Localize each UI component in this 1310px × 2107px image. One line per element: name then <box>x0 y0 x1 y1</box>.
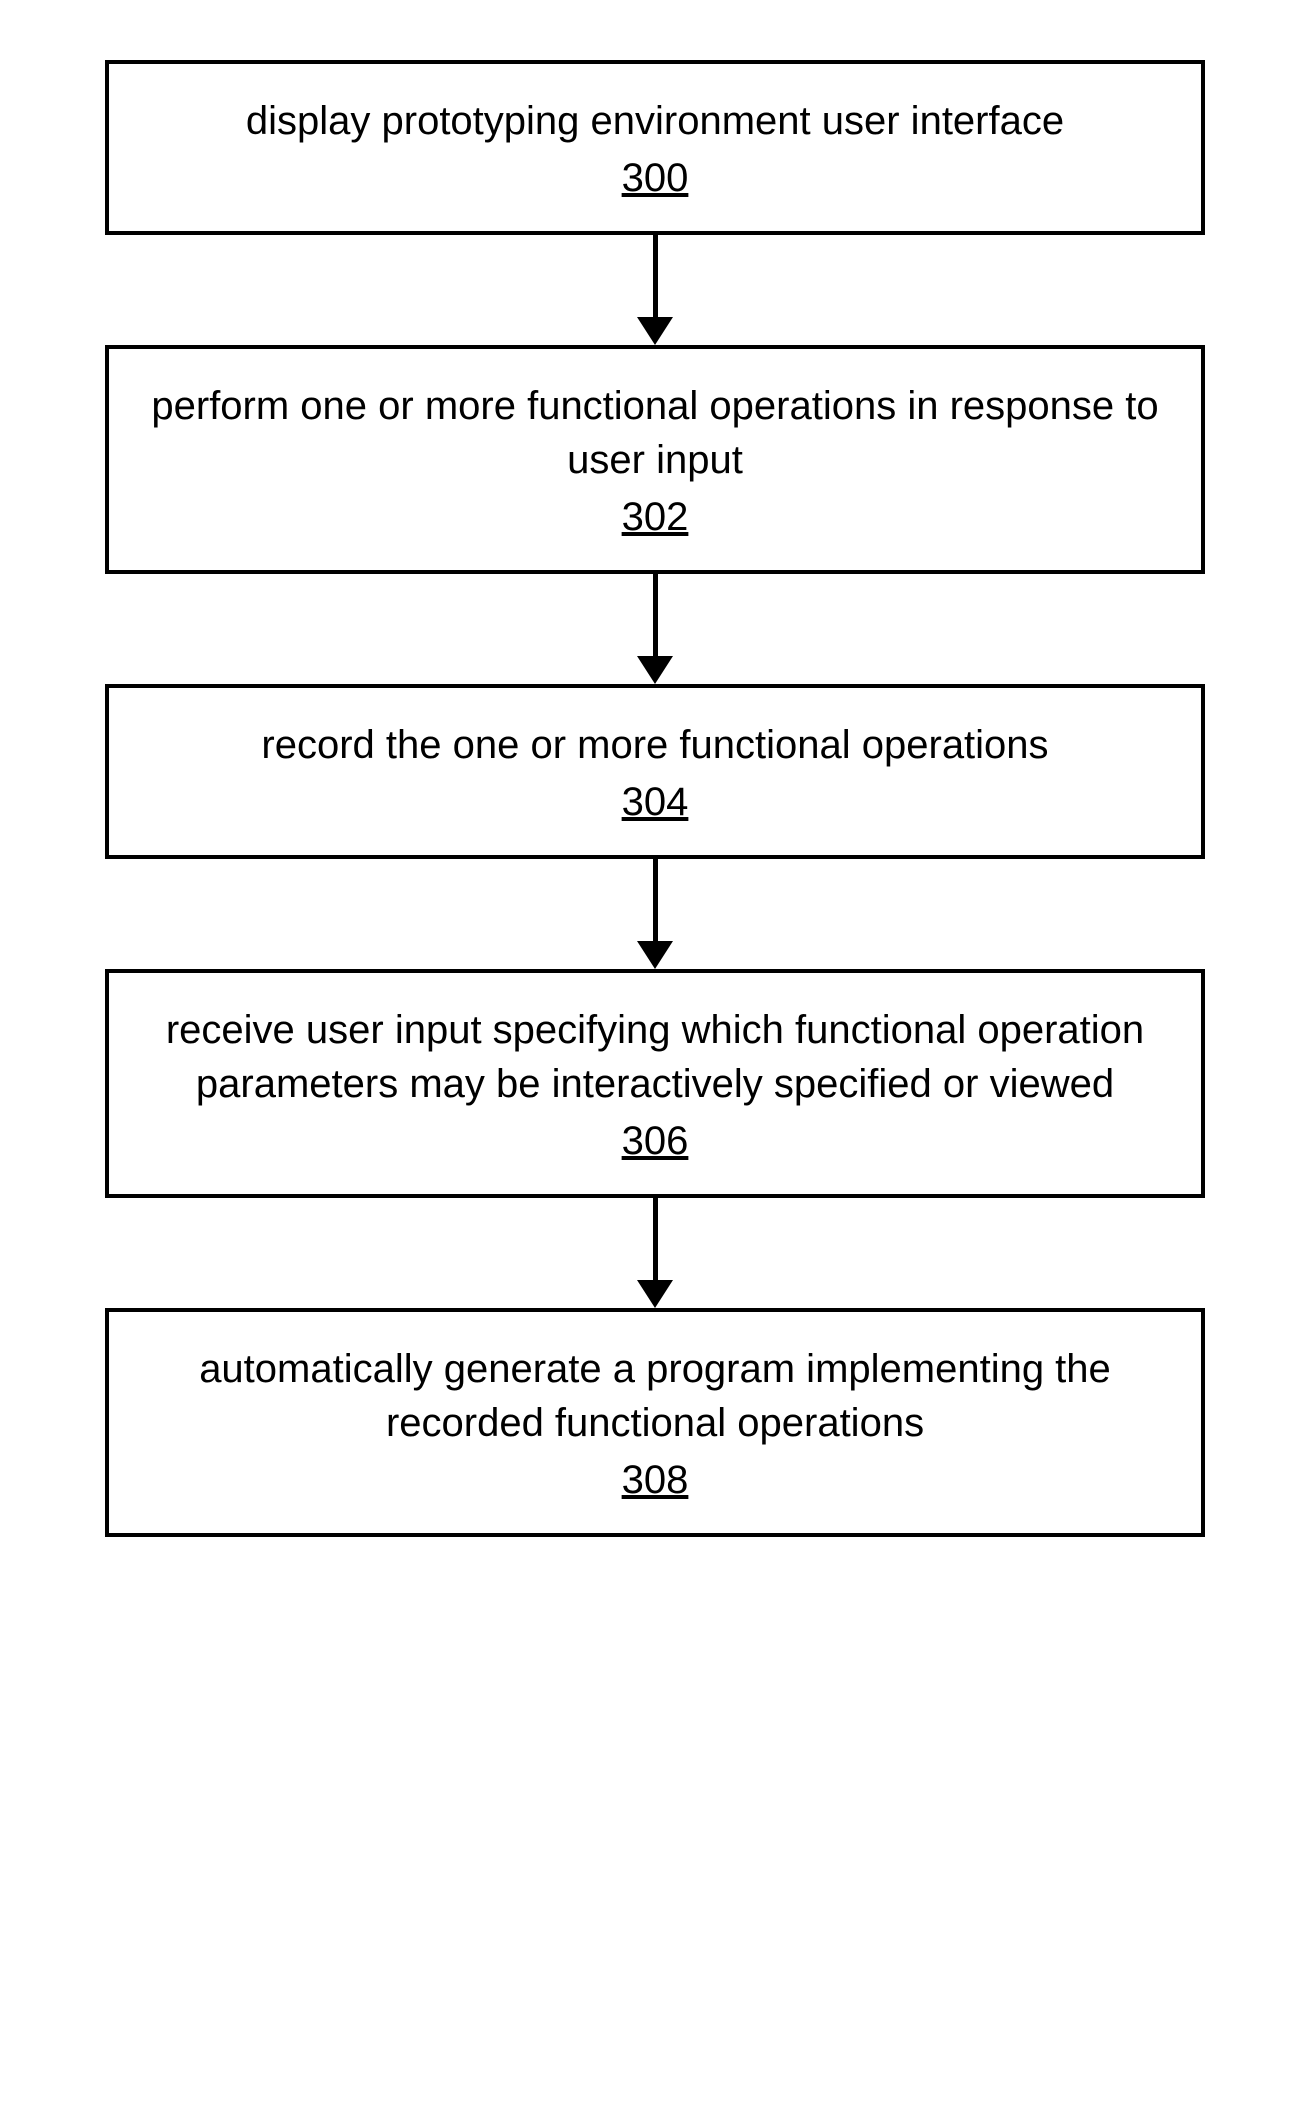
flowchart-step: automatically generate a program impleme… <box>105 1308 1205 1537</box>
step-number: 300 <box>149 156 1161 201</box>
flowchart-container: display prototyping environment user int… <box>105 60 1205 1537</box>
flowchart-step: record the one or more functional operat… <box>105 684 1205 859</box>
arrow-down-icon <box>637 1198 673 1308</box>
step-number: 308 <box>149 1458 1161 1503</box>
step-text: display prototyping environment user int… <box>149 94 1161 148</box>
flowchart-step: receive user input specifying which func… <box>105 969 1205 1198</box>
flowchart-step: display prototyping environment user int… <box>105 60 1205 235</box>
flowchart-step: perform one or more functional operation… <box>105 345 1205 574</box>
arrow-down-icon <box>637 235 673 345</box>
arrow-down-icon <box>637 574 673 684</box>
step-number: 306 <box>149 1119 1161 1164</box>
step-text: perform one or more functional operation… <box>149 379 1161 487</box>
step-number: 304 <box>149 780 1161 825</box>
step-text: record the one or more functional operat… <box>149 718 1161 772</box>
step-number: 302 <box>149 495 1161 540</box>
arrow-down-icon <box>637 859 673 969</box>
step-text: receive user input specifying which func… <box>149 1003 1161 1111</box>
step-text: automatically generate a program impleme… <box>149 1342 1161 1450</box>
